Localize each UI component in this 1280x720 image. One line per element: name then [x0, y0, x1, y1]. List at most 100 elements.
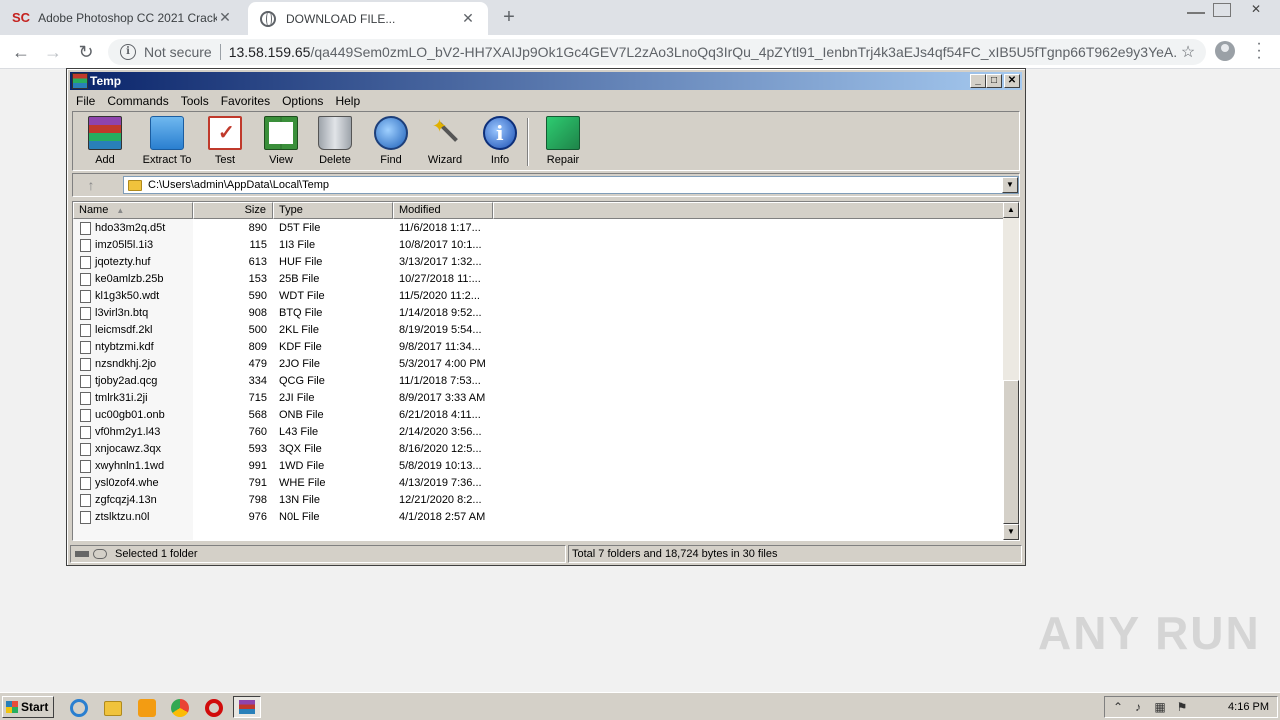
menu-options[interactable]: Options	[276, 94, 329, 108]
minimize-icon[interactable]: _	[970, 74, 986, 88]
file-row[interactable]: ke0amlzb.25b 153 25B File 10/27/2018 11:...	[73, 271, 1003, 288]
wizard-button[interactable]: Wizard	[417, 116, 473, 170]
file-row[interactable]: imz05l5l.1i3 115 1I3 File 10/8/2017 10:1...	[73, 237, 1003, 254]
reload-icon[interactable]: ↻	[75, 41, 97, 63]
watermark: ANY RUN	[1038, 607, 1261, 659]
opera-icon[interactable]	[205, 699, 223, 717]
maximize-icon[interactable]: □	[986, 74, 1002, 88]
file-icon	[80, 460, 91, 473]
file-row[interactable]: hdo33m2q.d5t 890 D5T File 11/6/2018 1:17...	[73, 220, 1003, 237]
file-row[interactable]: xnjocawz.3qx 593 3QX File 8/16/2020 12:5...	[73, 441, 1003, 458]
menu-commands[interactable]: Commands	[101, 94, 174, 108]
browser-menu-icon[interactable]: · · ·	[1254, 36, 1264, 66]
drive-icons[interactable]	[75, 549, 109, 559]
file-type: 13N File	[279, 494, 320, 506]
close-icon[interactable]: ✕	[1004, 74, 1020, 88]
window-minimize-icon[interactable]	[1182, 0, 1210, 22]
file-size: 908	[248, 307, 267, 319]
file-row[interactable]: vf0hm2y1.l43 760 L43 File 2/14/2020 3:56...	[73, 424, 1003, 441]
extract-to-button[interactable]: Extract To	[135, 116, 199, 170]
file-row[interactable]: tmlrk31i.2ji 715 2JI File 8/9/2017 3:33 AM	[73, 390, 1003, 407]
clock[interactable]: 4:16 PM	[1228, 701, 1269, 713]
winrar-titlebar[interactable]: Temp _ □ ✕	[70, 72, 1022, 90]
file-row[interactable]: nzsndkhj.2jo 479 2JO File 5/3/2017 4:00 PM	[73, 356, 1003, 373]
column-header-modified[interactable]: Modified	[393, 202, 493, 219]
browser-toolbar: ← → ↻ i Not secure 13.58.159.65 /qa449Se…	[0, 35, 1280, 69]
status-right: Total 7 folders and 18,724 bytes in 30 f…	[568, 545, 1022, 563]
file-row[interactable]: ztslktzu.n0l 976 N0L File 4/1/2018 2:57 AM	[73, 509, 1003, 526]
file-modified: 4/1/2018 2:57 AM	[399, 511, 486, 523]
address-bar[interactable]: i Not secure 13.58.159.65 /qa449Sem0zmLO…	[108, 39, 1206, 65]
file-row[interactable]: tjoby2ad.qcg 334 QCG File 11/1/2018 7:53...	[73, 373, 1003, 390]
file-row[interactable]: ntybtzmi.kdf 809 KDF File 9/8/2017 11:34...	[73, 339, 1003, 356]
file-type: 25B File	[279, 273, 320, 285]
path-combobox[interactable]: C:\Users\admin\AppData\Local\Temp ▼	[123, 176, 1019, 194]
find-button[interactable]: Find	[363, 116, 419, 170]
file-row[interactable]: uc00gb01.onb 568 ONB File 6/21/2018 4:11...	[73, 407, 1003, 424]
file-explorer-icon[interactable]	[104, 701, 122, 716]
scroll-down-icon[interactable]: ▼	[1003, 524, 1019, 540]
volume-icon[interactable]: ♪	[1131, 700, 1145, 714]
start-button[interactable]: Start	[2, 696, 54, 718]
menu-help[interactable]: Help	[329, 94, 366, 108]
file-list[interactable]: Name ▲ Size Type Modified hdo33m2q.d5t 890…	[72, 201, 1020, 541]
system-tray: ⌃ ♪ ▦ ⚑ 4:16 PM	[1104, 696, 1278, 718]
repair-button[interactable]: Repair	[535, 116, 591, 170]
file-modified: 5/8/2019 10:13...	[399, 460, 482, 472]
info-icon[interactable]: i	[120, 44, 136, 60]
action-center-flag-icon[interactable]: ⚑	[1175, 700, 1189, 714]
window-close-icon[interactable]: ✕	[1238, 0, 1274, 22]
tab-close-icon[interactable]: ✕	[217, 9, 233, 26]
file-modified: 8/9/2017 3:33 AM	[399, 392, 486, 404]
info-button[interactable]: Info	[472, 116, 528, 170]
tab-close-icon[interactable]: ✕	[460, 10, 476, 27]
delete-button[interactable]: Delete	[307, 116, 363, 170]
chrome-icon[interactable]	[171, 699, 189, 717]
file-row[interactable]: ysl0zof4.whe 791 WHE File 4/13/2019 7:36...	[73, 475, 1003, 492]
bookmark-star-icon[interactable]: ☆	[1178, 42, 1198, 62]
test-label: Test	[214, 154, 236, 166]
file-name: kl1g3k50.wdt	[95, 290, 160, 302]
tray-expand-icon[interactable]: ⌃	[1111, 700, 1125, 714]
file-size: 760	[248, 426, 267, 438]
scroll-thumb[interactable]	[1003, 380, 1019, 524]
menu-file[interactable]: File	[70, 94, 101, 108]
file-row[interactable]: zgfcqzj4.13n 798 13N File 12/21/2020 8:2...	[73, 492, 1003, 509]
status-total: Total 7 folders and 18,724 bytes in 30 f…	[572, 548, 778, 560]
file-size: 115	[249, 239, 267, 251]
file-row[interactable]: leicmsdf.2kl 500 2KL File 8/19/2019 5:54...	[73, 322, 1003, 339]
view-button[interactable]: View	[253, 116, 309, 170]
column-header-size[interactable]: Size	[193, 202, 273, 219]
file-row[interactable]: jqotezty.huf 613 HUF File 3/13/2017 1:32...	[73, 254, 1003, 271]
repair-icon	[546, 116, 580, 150]
vertical-scrollbar[interactable]: ▲ ▼	[1003, 202, 1019, 540]
test-button[interactable]: Test	[197, 116, 253, 170]
back-arrow-icon[interactable]: ←	[10, 41, 32, 63]
internet-explorer-icon[interactable]	[70, 699, 88, 717]
file-row[interactable]: kl1g3k50.wdt 590 WDT File 11/5/2020 11:2...	[73, 288, 1003, 305]
forward-arrow-icon[interactable]: →	[42, 41, 64, 63]
add-button[interactable]: Add	[77, 116, 133, 170]
profile-avatar-icon[interactable]	[1215, 41, 1235, 61]
drive-icon	[75, 551, 89, 557]
browser-tab-photoshop[interactable]: SC Adobe Photoshop CC 2021 Crack v2 ✕	[0, 0, 245, 35]
winrar-taskbar-button[interactable]	[233, 696, 261, 718]
browser-tab-download[interactable]: DOWNLOAD FILE... ✕	[248, 2, 488, 35]
window-title: Temp	[90, 74, 122, 88]
chevron-down-icon[interactable]: ▼	[1002, 177, 1018, 193]
up-folder-icon[interactable]: ↑	[81, 176, 101, 194]
file-icon	[80, 511, 91, 524]
scroll-up-icon[interactable]: ▲	[1003, 202, 1019, 218]
column-header-type[interactable]: Type	[273, 202, 393, 219]
file-row[interactable]: l3virl3n.btq 908 BTQ File 1/14/2018 9:52...	[73, 305, 1003, 322]
menu-tools[interactable]: Tools	[175, 94, 215, 108]
new-tab-icon[interactable]: +	[498, 6, 520, 28]
menu-favorites[interactable]: Favorites	[215, 94, 276, 108]
file-name: l3virl3n.btq	[95, 307, 149, 319]
column-header-name[interactable]: Name ▲	[73, 202, 193, 219]
media-player-icon[interactable]	[138, 699, 156, 717]
network-icon[interactable]: ▦	[1153, 700, 1167, 714]
wizard-label: Wizard	[427, 154, 463, 166]
file-row[interactable]: xwyhnln1.1wd 991 1WD File 5/8/2019 10:13...	[73, 458, 1003, 475]
window-restore-icon[interactable]	[1208, 0, 1236, 22]
